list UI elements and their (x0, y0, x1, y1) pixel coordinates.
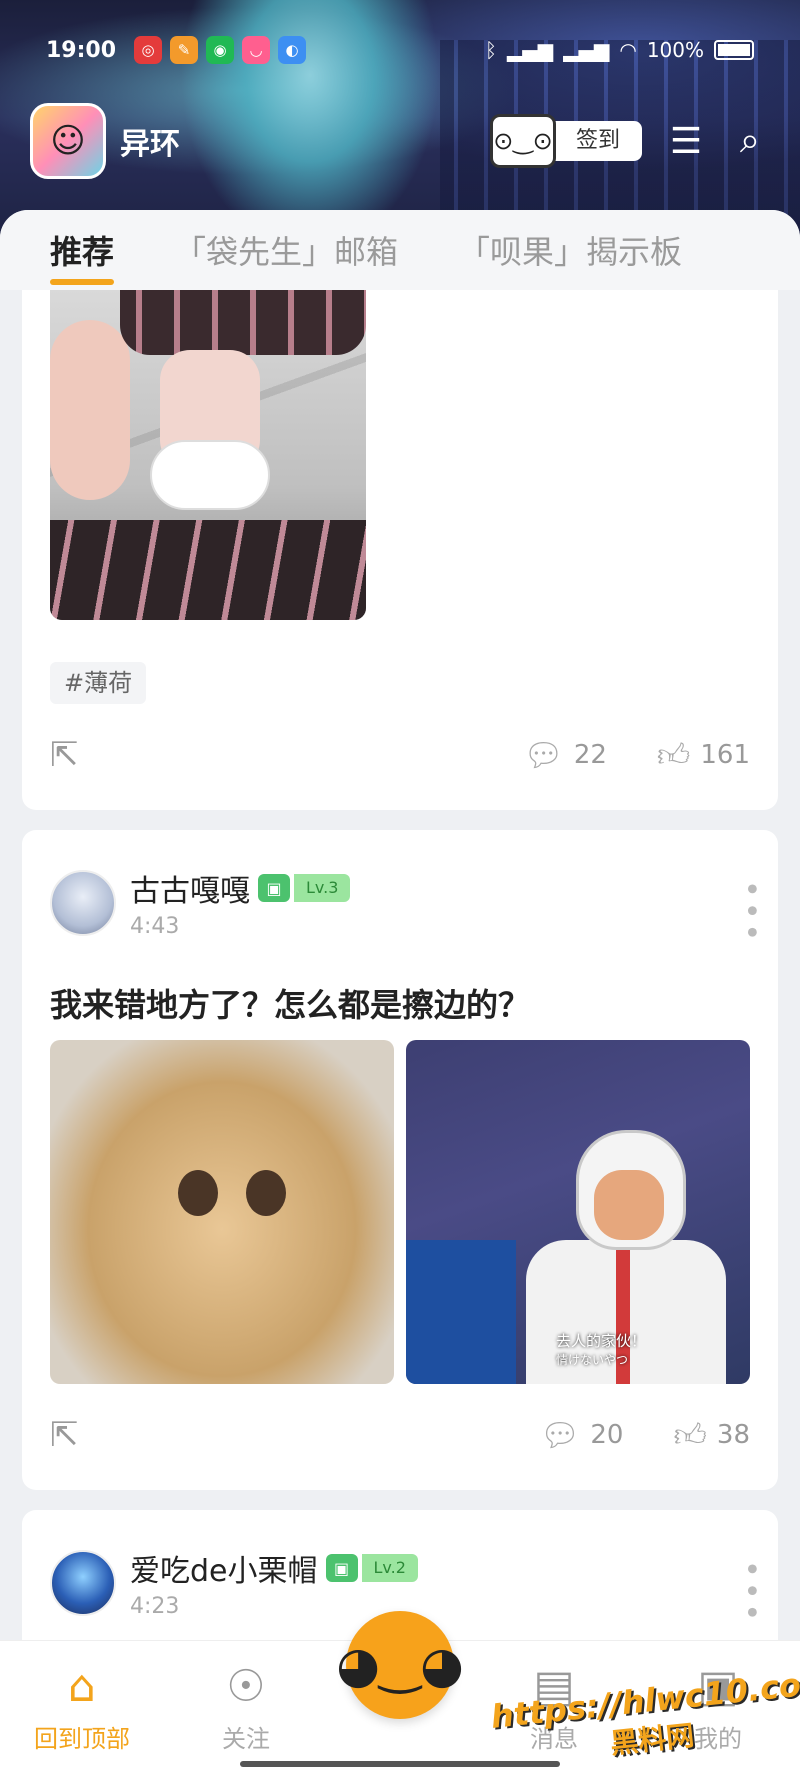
comment-icon: 💬︎ (523, 736, 564, 774)
post-image-cat[interactable] (50, 1040, 394, 1384)
status-bar: 19:00 ◎ ✎ ◉ ◡ ◐ ᛒ ▂▄▆ ▂▄▆ ◠ 100% (0, 30, 800, 70)
signal-icon-2: ▂▄▆ (563, 38, 610, 62)
nav-follow[interactable]: ☉ 关注 (176, 1661, 316, 1754)
status-time: 19:00 (46, 37, 117, 63)
menu-icon[interactable]: ☰ (666, 121, 706, 162)
like-button[interactable]: 👍︎ 161 (657, 736, 750, 775)
tab-bulletin[interactable]: 「呗果」揭示板 (458, 227, 682, 273)
topic-tag[interactable]: #薄荷 (50, 662, 147, 704)
post-images: 去人的家伙！ 情けないやつ (50, 1040, 750, 1384)
level-mascot-icon: ▣ (258, 874, 290, 902)
battery-icon (714, 40, 754, 60)
tab-mailbox[interactable]: 「袋先生」邮箱 (174, 227, 398, 273)
post-image[interactable] (50, 290, 366, 620)
follow-icon: ☉ (226, 1661, 266, 1712)
post-author: 古古嘎嘎 ▣ Lv.3 4:43 (50, 866, 351, 939)
comment-count: 20 (590, 1420, 624, 1450)
more-options-icon[interactable]: ••• (733, 1560, 768, 1625)
checkin-mascot-icon: ⊙‿⊙ (489, 114, 556, 168)
post-author: 爱吃de小栗帽 ▣ Lv.2 4:23 (50, 1546, 418, 1619)
share-icon[interactable]: ⇱ (50, 1415, 79, 1455)
nav-home[interactable]: ⌂ 回到顶部 (12, 1661, 152, 1754)
like-count: 38 (716, 1420, 750, 1450)
app-notify-icon-3: ◐ (278, 36, 307, 64)
search-icon[interactable]: ⌕ (730, 120, 770, 162)
post-actions: ⇱ 💬︎ 20 👍︎ 38 (50, 1410, 750, 1460)
post-title[interactable]: 我来错地方了？怎么都是擦边的？ (50, 980, 530, 1026)
mascot-icon: ◕‿◕ (336, 1636, 464, 1694)
post-card[interactable]: #薄荷 ⇱ 💬︎ 22 👍︎ 161 (22, 290, 778, 810)
post-image-pilot[interactable]: 去人的家伙！ 情けないやつ (406, 1040, 750, 1384)
tab-recommend[interactable]: 推荐 (50, 227, 115, 285)
post-time: 4:23 (130, 1594, 180, 1619)
app-notify-icon-2: ◡ (242, 36, 271, 64)
nav-home-label: 回到顶部 (34, 1725, 130, 1753)
thumbs-up-icon: 👍︎ (656, 735, 691, 774)
wechat-icon: ◉ (206, 36, 235, 64)
feed-sheet: 推荐 「袋先生」邮箱 「呗果」揭示板 #薄荷 ⇱ 💬︎ 22 👍︎ 161 古古… (0, 210, 800, 1640)
app-name: 异环 (120, 127, 180, 162)
post-create-button[interactable]: ◕‿◕ (336, 1611, 464, 1719)
checkin-label: 签到 (549, 121, 642, 161)
comment-count: 22 (573, 740, 607, 770)
status-right: ᛒ ▂▄▆ ▂▄▆ ◠ 100% (485, 38, 754, 62)
checkin-button[interactable]: ⊙‿⊙ 签到 (489, 114, 642, 168)
comment-button[interactable]: 💬︎ 20 (540, 1416, 624, 1454)
like-button[interactable]: 👍︎ 38 (673, 1416, 750, 1455)
nav-follow-label: 关注 (222, 1725, 270, 1753)
level-badge: Lv.3 (294, 874, 351, 902)
comment-button[interactable]: 💬︎ 22 (523, 736, 607, 774)
feed-tabs: 推荐 「袋先生」邮箱 「呗果」揭示板 (0, 210, 800, 290)
app-notify-icon: ✎ (170, 36, 199, 64)
level-badge: Lv.2 (361, 1554, 418, 1582)
comment-icon: 💬︎ (539, 1416, 581, 1454)
level-mascot-icon: ▣ (325, 1554, 358, 1582)
signal-icon: ▂▄▆ (507, 38, 554, 62)
home-indicator[interactable] (240, 1761, 560, 1767)
battery-text: 100% (646, 38, 704, 62)
like-count: 161 (700, 740, 750, 770)
home-icon: ⌂ (68, 1661, 96, 1712)
image-subtitle: 去人的家伙！ 情けないやつ (556, 1332, 647, 1367)
app-logo[interactable]: ☺ (30, 103, 106, 179)
thumbs-up-icon: 👍︎ (673, 1415, 707, 1454)
status-app-icons: ◎ ✎ ◉ ◡ ◐ (134, 36, 307, 64)
share-icon[interactable]: ⇱ (50, 735, 79, 775)
bluetooth-icon: ᛒ (485, 38, 498, 62)
post-actions: ⇱ 💬︎ 22 👍︎ 161 (50, 730, 750, 780)
nav-me-label: 我的 (694, 1725, 742, 1753)
username[interactable]: 爱吃de小栗帽 (130, 1546, 318, 1590)
post-time: 4:43 (130, 914, 180, 939)
netease-music-icon: ◎ (134, 36, 163, 64)
avatar[interactable] (50, 869, 116, 936)
avatar[interactable] (50, 1549, 116, 1616)
more-options-icon[interactable]: ••• (733, 880, 768, 945)
wifi-icon: ◠ (619, 38, 637, 62)
username[interactable]: 古古嘎嘎 (130, 866, 250, 910)
app-header: ☺ 异环 ⊙‿⊙ 签到 ☰ ⌕ (0, 96, 800, 186)
post-card[interactable]: 古古嘎嘎 ▣ Lv.3 4:43 ••• 我来错地方了？怎么都是擦边的？ 去人的… (22, 830, 778, 1490)
